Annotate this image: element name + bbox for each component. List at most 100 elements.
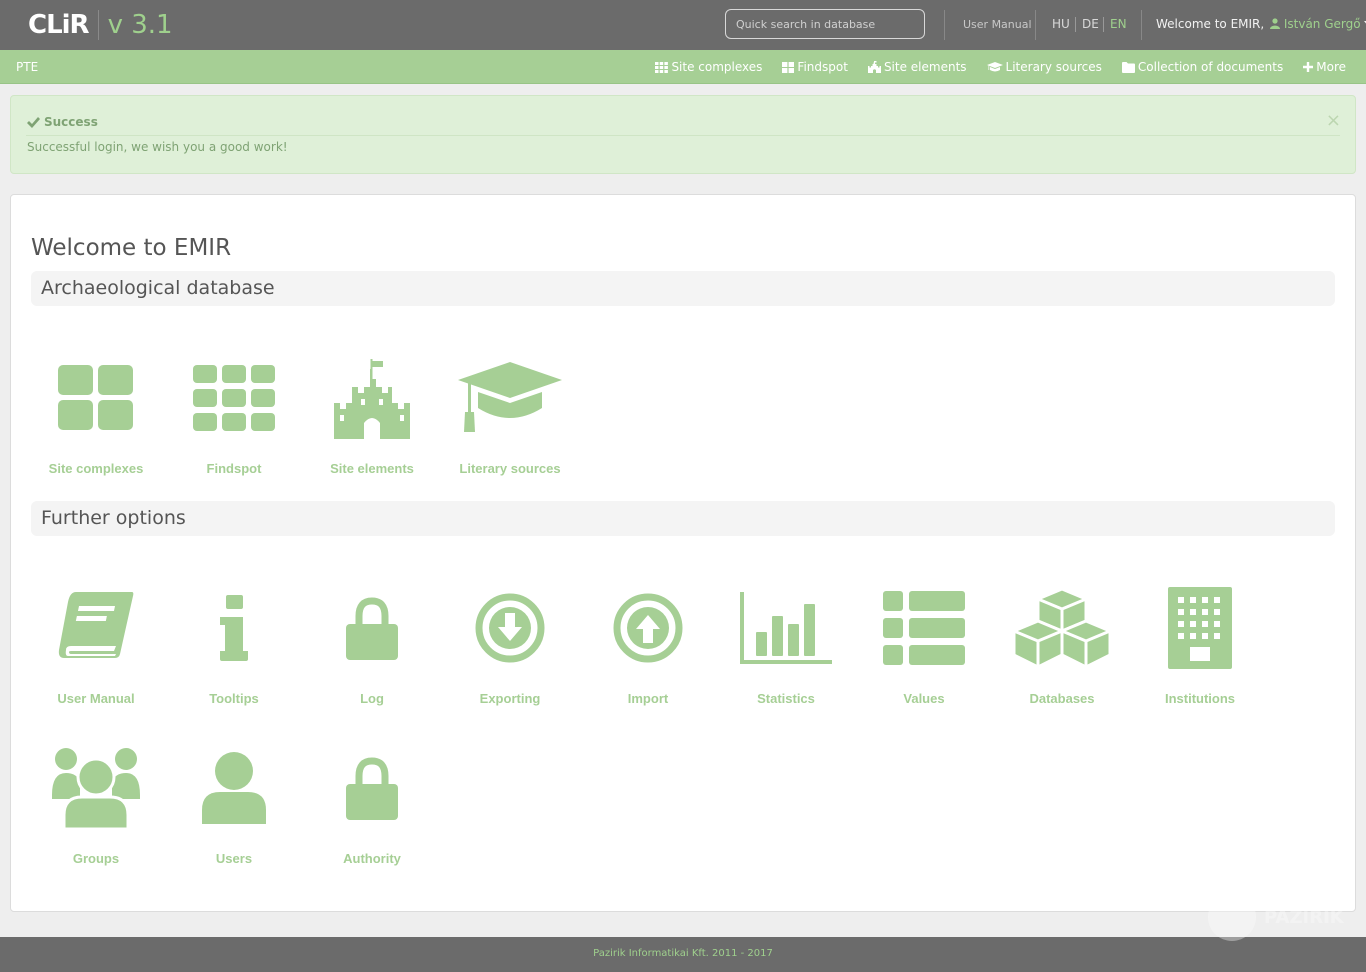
quick-search-input[interactable] xyxy=(725,9,925,39)
th-large-icon xyxy=(27,343,165,453)
nav-site-elements[interactable]: Site elements xyxy=(867,60,967,74)
watermark-text: PAZIRIK xyxy=(1264,907,1344,928)
grid-icon xyxy=(165,343,303,453)
building-icon xyxy=(1131,573,1269,683)
tile-label: Literary sources xyxy=(459,461,561,476)
lang-hu[interactable]: HU xyxy=(1052,17,1070,31)
tile-label: Site complexes xyxy=(48,461,144,476)
divider xyxy=(1035,10,1036,40)
section-header-further-options: Further options xyxy=(31,501,1335,536)
nav-collection-of-documents[interactable]: Collection of documents xyxy=(1121,60,1284,74)
check-icon xyxy=(27,116,40,128)
top-bar: CLiR v 3.1 User Manual HU DE EN Welcome … xyxy=(0,0,1366,50)
tile-label: Log xyxy=(360,691,384,706)
brand-divider xyxy=(97,10,99,40)
nav-label: Findspot xyxy=(797,60,848,74)
tile-label: Authority xyxy=(343,851,401,866)
divider xyxy=(944,10,945,40)
section-title: Further options xyxy=(41,507,186,529)
welcome-text: Welcome to EMIR, xyxy=(1156,17,1265,31)
tile-label: Users xyxy=(215,851,253,866)
castle-icon xyxy=(867,61,881,73)
close-icon[interactable]: × xyxy=(1326,112,1341,130)
nav-label: Collection of documents xyxy=(1137,60,1284,74)
user-icon xyxy=(165,733,303,843)
tile-label: Import xyxy=(627,691,669,706)
tile-users[interactable]: Users xyxy=(165,733,303,873)
user-menu[interactable]: Welcome to EMIR, István Gergő xyxy=(1156,17,1366,31)
nav-literary-sources[interactable]: Literary sources xyxy=(986,60,1102,74)
tile-label: User Manual xyxy=(57,691,135,706)
tile-literary-sources[interactable]: Literary sources xyxy=(441,343,579,483)
alert-title-text: Success xyxy=(44,115,98,129)
divider xyxy=(1103,17,1104,32)
footer: Pazirik Informatikai Kft. 2011 - 2017 xyxy=(0,937,1366,972)
info-icon xyxy=(165,573,303,683)
folder-icon xyxy=(1121,61,1135,73)
alert-title: Success xyxy=(27,115,98,129)
tile-log[interactable]: Log xyxy=(303,573,441,713)
nav-label: Site elements xyxy=(883,60,967,74)
users-icon xyxy=(27,733,165,843)
tile-statistics[interactable]: Statistics xyxy=(717,573,855,713)
tile-tooltips[interactable]: Tooltips xyxy=(165,573,303,713)
page-title: Welcome to EMIR xyxy=(31,235,232,261)
nav-more[interactable]: More xyxy=(1303,60,1346,74)
tile-label: Tooltips xyxy=(209,691,259,706)
organization-label[interactable]: PTE xyxy=(16,60,38,74)
castle-icon xyxy=(303,343,441,453)
app-logo[interactable]: CLiR v 3.1 xyxy=(28,8,173,42)
brand-name: CLiR xyxy=(28,10,90,40)
nav-label: Site complexes xyxy=(671,60,763,74)
tile-site-elements[interactable]: Site elements xyxy=(303,343,441,483)
watermark-logo-icon xyxy=(1208,893,1256,941)
tile-label: Groups xyxy=(72,851,120,866)
lang-en[interactable]: EN xyxy=(1110,17,1127,31)
alert-message: Successful login, we wish you a good wor… xyxy=(27,140,288,154)
tile-values[interactable]: Values xyxy=(855,573,993,713)
plus-icon xyxy=(1303,62,1314,72)
cubes-icon xyxy=(993,573,1131,683)
upload-icon xyxy=(579,573,717,683)
tile-exporting[interactable]: Exporting xyxy=(441,573,579,713)
tile-import[interactable]: Import xyxy=(579,573,717,713)
nav-findspot[interactable]: Findspot xyxy=(782,60,848,74)
tile-groups[interactable]: Groups xyxy=(27,733,165,873)
bar-chart-icon xyxy=(717,573,855,683)
user-manual-link[interactable]: User Manual xyxy=(963,18,1032,31)
tile-institutions[interactable]: Institutions xyxy=(1131,573,1269,713)
lock-icon xyxy=(303,733,441,843)
th-large-icon xyxy=(782,61,795,73)
main-panel: Welcome to EMIR Archaeological database … xyxy=(10,194,1356,912)
tile-databases[interactable]: Databases xyxy=(993,573,1131,713)
nav-label: Literary sources xyxy=(1005,60,1102,74)
footer-copyright: Pazirik Informatikai Kft. 2011 - 2017 xyxy=(593,948,773,959)
tile-label: Site elements xyxy=(330,461,414,476)
book-icon xyxy=(27,573,165,683)
user-icon xyxy=(1270,18,1281,29)
user-name: István Gergő xyxy=(1283,17,1361,31)
alert-divider xyxy=(26,135,1340,136)
tile-findspot[interactable]: Findspot xyxy=(165,343,303,483)
lang-de[interactable]: DE xyxy=(1082,17,1099,31)
app-version: v 3.1 xyxy=(107,10,173,40)
lock-icon xyxy=(303,573,441,683)
nav-site-complexes[interactable]: Site complexes xyxy=(655,60,762,74)
graduation-cap-icon xyxy=(986,61,1003,71)
tile-label: Findspot xyxy=(206,461,262,476)
download-icon xyxy=(441,573,579,683)
section-title: Archaeological database xyxy=(41,277,275,299)
nav-items: Site complexes Findspot Site elements Li… xyxy=(635,50,1346,84)
tile-label: Databases xyxy=(1029,691,1095,706)
divider xyxy=(1141,10,1142,40)
pazirik-watermark: PAZIRIK xyxy=(1208,893,1348,941)
main-navbar: PTE Site complexes Findspot Site element… xyxy=(0,50,1366,84)
tile-site-complexes[interactable]: Site complexes xyxy=(27,343,165,483)
grid-icon xyxy=(655,61,669,73)
tile-label: Statistics xyxy=(757,691,815,706)
success-alert: Success Successful login, we wish you a … xyxy=(10,95,1356,174)
tile-authority[interactable]: Authority xyxy=(303,733,441,873)
graduation-cap-icon xyxy=(441,343,579,453)
divider xyxy=(1075,17,1076,32)
tile-user-manual[interactable]: User Manual xyxy=(27,573,165,713)
